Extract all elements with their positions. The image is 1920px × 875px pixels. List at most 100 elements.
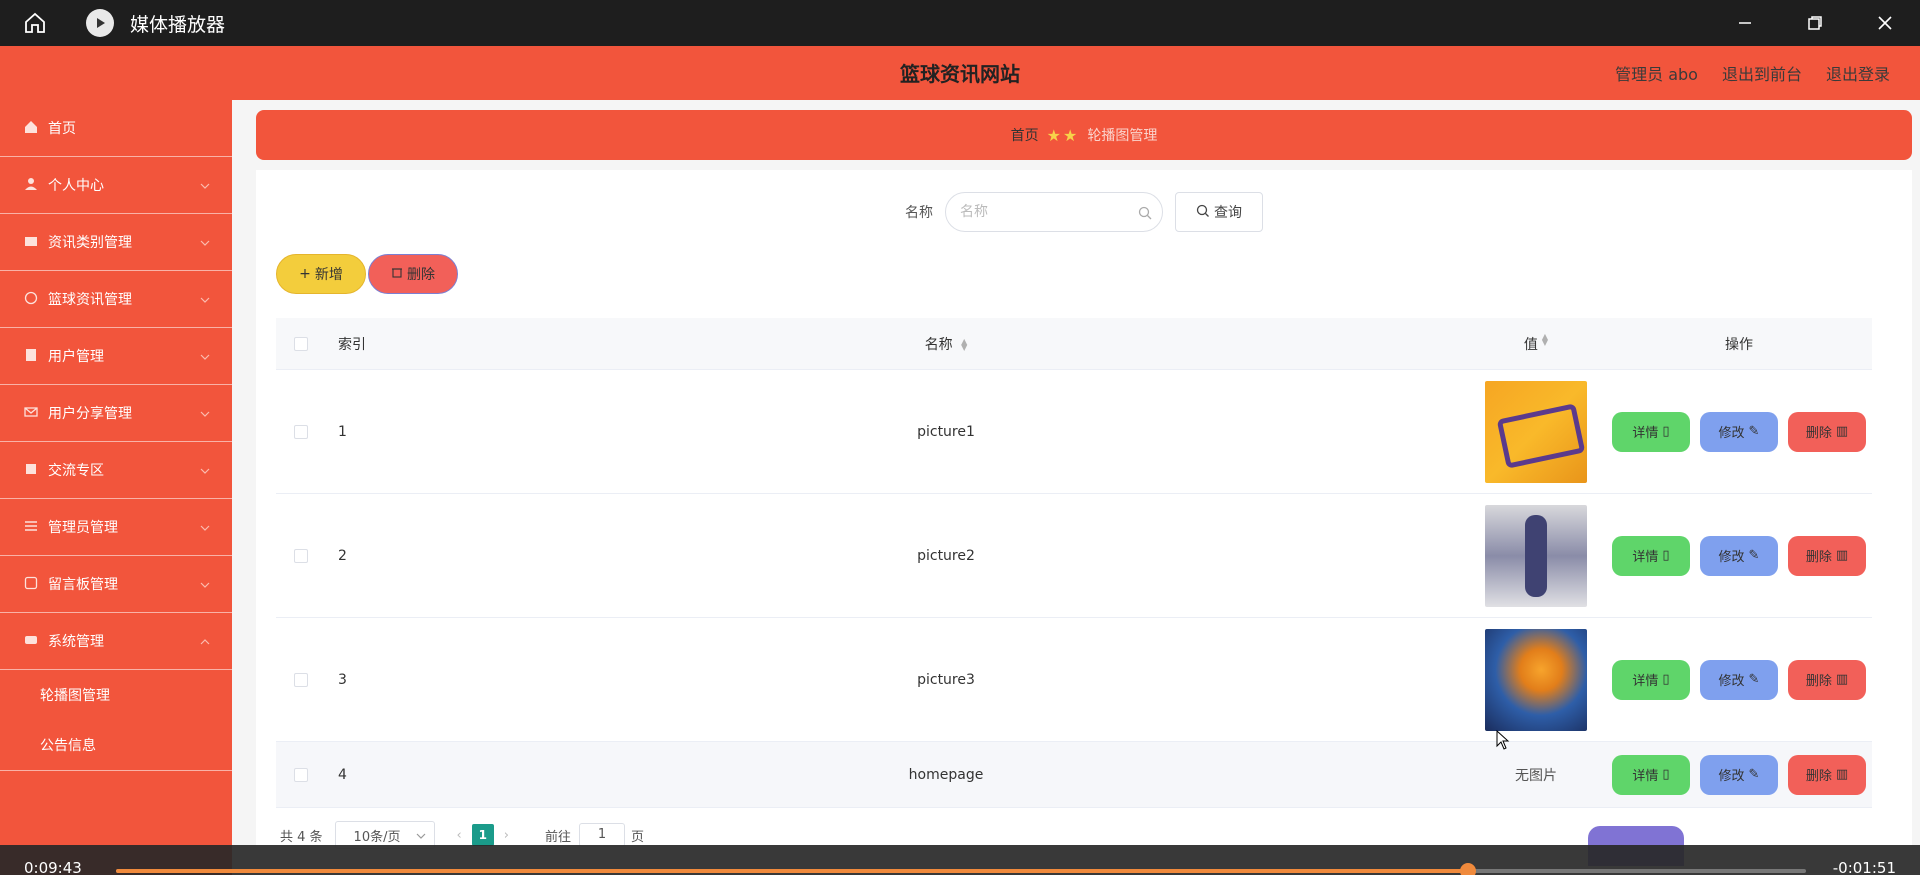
seek-bar[interactable] [116,863,1806,875]
home-icon[interactable] [0,0,70,46]
sidebar-item-users[interactable]: 用户管理 [0,328,232,385]
edit-button[interactable]: 修改 ✎ [1700,754,1778,795]
row-thumbnail[interactable] [1485,504,1587,607]
header-name[interactable]: 名称 ▲ ▼ [426,334,1466,354]
sidebar-item-label: 系统管理 [48,634,104,650]
sidebar-item-admins[interactable]: 管理员管理 [0,499,232,556]
document-icon: ▯ [1662,424,1670,439]
sidebar-item-system[interactable]: 系统管理 [0,613,232,670]
add-button[interactable]: + 新增 [276,254,366,294]
basketball-icon [24,291,40,307]
no-image-text: 无图片 [1515,767,1557,784]
sidebar-item-label: 首页 [48,121,76,137]
add-button-label: 新增 [314,267,343,283]
front-link[interactable]: 退出到前台 [1722,61,1802,85]
edit-button[interactable]: 修改 ✎ [1700,659,1778,700]
minimize-icon[interactable] [1710,0,1780,46]
delete-label: 删除 [1805,769,1832,784]
close-icon[interactable] [1850,0,1920,46]
delete-button[interactable]: 删除 ▥ [1788,754,1866,795]
header-value-label: 值 [1523,336,1538,353]
pencil-icon: ✎ [1748,424,1760,439]
edit-label: 修改 [1718,550,1745,565]
sort-icon[interactable]: ▲ ▼ [961,337,967,351]
user-icon [24,177,40,193]
detail-button[interactable]: 详情 ▯ [1612,411,1690,452]
chevron-down-icon [200,350,210,366]
prev-page-icon[interactable]: ‹ [457,828,462,843]
table-header: 索引 名称 ▲ ▼ 值 ▲ ▼ 操作 [276,318,1872,370]
sidebar-item-label: 交流专区 [48,463,104,479]
detail-label: 详情 [1632,674,1659,689]
sidebar-item-profile[interactable]: 个人中心 [0,157,232,214]
chevron-down-icon [200,236,210,252]
row-checkbox[interactable] [294,672,308,687]
logout-link[interactable]: 退出登录 [1826,61,1890,85]
current-page[interactable]: 1 [471,824,494,846]
mail-icon [24,405,40,421]
row-checkbox[interactable] [294,548,308,563]
row-thumbnail[interactable] [1485,380,1587,483]
sidebar-item-message-board[interactable]: 留言板管理 [0,556,232,613]
chevron-down-icon [200,179,210,195]
sidebar-subitem-announcements[interactable]: 公告信息 [0,720,232,770]
edit-button[interactable]: 修改 ✎ [1700,411,1778,452]
delete-button[interactable]: 删除 ▥ [1788,659,1866,700]
chevron-down-icon [200,578,210,594]
edit-button[interactable]: 修改 ✎ [1700,535,1778,576]
player-progress: 0:09:43 -0:01:51 [0,845,1920,875]
table-row: 4 homepage 无图片 详情 ▯ 修改 ✎ 删除 ▥ [276,742,1872,808]
sidebar-item-basketball-news[interactable]: 篮球资讯管理 [0,271,232,328]
breadcrumb-home[interactable]: 首页 [1011,125,1039,145]
admin-label: 管理员 abo [1615,65,1698,84]
row-index: 2 [338,547,347,564]
sidebar-item-home[interactable]: 首页 [0,100,232,157]
sidebar: 首页 个人中心 资讯类别管理 篮球资讯管理 用户管理 用户分享管理 交流专区 管… [0,100,232,875]
sidebar-item-forum[interactable]: 交流专区 [0,442,232,499]
trash-icon: ▥ [1835,767,1849,782]
seek-handle[interactable] [1460,863,1476,875]
folder-icon [24,234,40,250]
detail-label: 详情 [1632,769,1659,784]
sidebar-item-label: 管理员管理 [48,520,118,536]
delete-button[interactable]: 删除 ▥ [1788,411,1866,452]
row-thumbnail[interactable] [1485,628,1587,731]
batch-delete-button[interactable]: 删除 [368,254,458,294]
goto-page-input[interactable]: 1 [578,823,625,847]
detail-label: 详情 [1632,426,1659,441]
goto-suffix: 页 [630,829,644,845]
chevron-down-icon [200,407,210,423]
seek-fill [116,869,1468,873]
next-page-icon[interactable]: › [504,828,509,843]
header-value[interactable]: 值 ▲ ▼ [1466,332,1606,354]
detail-button[interactable]: 详情 ▯ [1612,754,1690,795]
row-checkbox[interactable] [294,767,308,782]
breadcrumb: 首页 ★★ 轮播图管理 [256,110,1912,160]
row-index: 3 [338,671,347,688]
carousel-table: 索引 名称 ▲ ▼ 值 ▲ ▼ 操作 1 picture1 详情 ▯ 修改 ✎ 删除 ▥ [276,318,1872,808]
sidebar-item-user-share[interactable]: 用户分享管理 [0,385,232,442]
delete-label: 删除 [1805,550,1832,565]
mouse-cursor-icon [1496,729,1510,754]
sidebar-item-label: 用户管理 [48,349,104,365]
sidebar-item-news-category[interactable]: 资讯类别管理 [0,214,232,271]
search-input[interactable] [960,193,1140,231]
sidebar-subitem-carousel[interactable]: 轮播图管理 [0,670,232,720]
query-button[interactable]: 查询 [1175,192,1263,232]
trash-icon [391,266,403,282]
detail-button[interactable]: 详情 ▯ [1612,659,1690,700]
row-checkbox[interactable] [294,424,308,439]
batch-delete-label: 删除 [407,267,435,283]
detail-label: 详情 [1632,550,1659,565]
select-all-checkbox[interactable] [294,336,308,351]
search-field[interactable] [945,192,1163,232]
delete-button[interactable]: 删除 ▥ [1788,535,1866,576]
row-name: picture2 [917,547,975,564]
sidebar-item-label: 个人中心 [48,178,104,194]
edit-label: 修改 [1718,674,1745,689]
restore-icon[interactable] [1780,0,1850,46]
detail-button[interactable]: 详情 ▯ [1612,535,1690,576]
row-name: picture1 [917,423,975,440]
toolbar: + 新增 删除 [276,254,458,294]
sort-icon[interactable]: ▲ ▼ [1542,332,1548,354]
